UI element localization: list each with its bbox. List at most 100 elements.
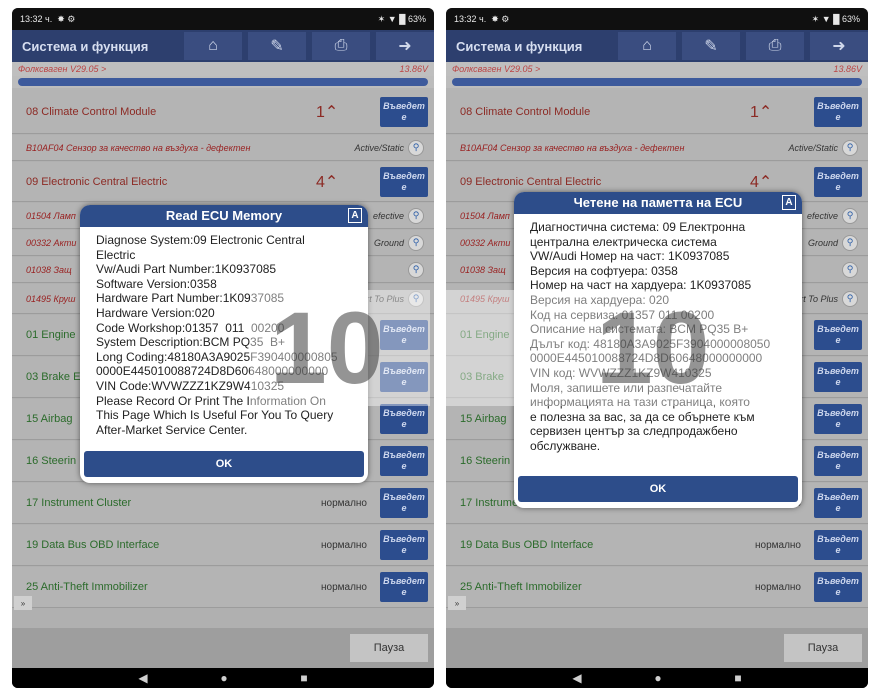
side-handle-icon[interactable]: » xyxy=(14,596,32,610)
fault-status: Active/Static xyxy=(788,142,838,153)
text-size-icon[interactable]: A xyxy=(348,208,362,223)
exit-icon[interactable]: ➜ xyxy=(810,32,868,60)
module-status: нормално xyxy=(754,539,801,551)
list-item[interactable]: 08 Climate Control Module 1⌃ Въведет е xyxy=(446,90,868,134)
enter-button[interactable]: Въведет е xyxy=(380,404,428,434)
list-item[interactable]: B10AF04 Сензор за качество на въздуха - … xyxy=(446,135,868,161)
dialog-body: Диагностична система: 09 Електронна цент… xyxy=(514,214,802,454)
list-item[interactable]: 25 Anti-Theft Immobilizer нормално Въвед… xyxy=(446,567,868,608)
dialog-line: Код на сервиза: 01357 011 00200 xyxy=(530,307,715,322)
enter-button[interactable]: Въведет е xyxy=(380,166,428,197)
app-bar: Система и функция ⌂ ✎ ⎙ ➜ xyxy=(12,30,434,62)
dialog-line: Hardware Part Number:1K0937085 xyxy=(96,291,285,306)
search-icon[interactable]: ⚲ xyxy=(842,139,858,156)
fault-status: Active/Static xyxy=(354,142,404,153)
list-item[interactable]: 19 Data Bus OBD Interface нормално Въвед… xyxy=(12,525,434,566)
enter-button[interactable]: Въведет е xyxy=(380,96,428,127)
recents-icon[interactable]: ■ xyxy=(300,671,307,685)
enter-button[interactable]: Въведет е xyxy=(814,572,862,602)
status-bar: 13:32 ч. ✸ ⚙ ✶ ▼ █ 63% xyxy=(12,8,434,30)
fault-description: B10AF04 Сензор за качество на въздуха - … xyxy=(460,142,685,153)
fault-count-value: 4 xyxy=(316,173,325,191)
side-handle-icon[interactable]: » xyxy=(448,596,466,610)
home-icon[interactable]: ⌂ xyxy=(184,32,242,60)
search-icon[interactable]: ⚲ xyxy=(408,207,424,224)
enter-button[interactable]: Въведет е xyxy=(380,362,428,392)
enter-button[interactable]: Въведет е xyxy=(380,488,428,518)
dialog-line: After-Market Service Center. xyxy=(96,422,248,437)
enter-button[interactable]: Въведет е xyxy=(380,446,428,476)
bottom-bar: Пауза xyxy=(446,628,868,668)
enter-button[interactable]: Въведет е xyxy=(814,488,862,518)
ecu-memory-dialog: Read ECU Memory A Diagnose System:09 Ele… xyxy=(80,205,368,483)
list-item[interactable]: B10AF04 Сензор за качество на въздуха - … xyxy=(12,135,434,161)
software-version: Фолксваген V29.05 > xyxy=(18,64,107,74)
exit-icon[interactable]: ➜ xyxy=(376,32,434,60)
search-icon[interactable]: ⚲ xyxy=(408,290,424,307)
enter-button[interactable]: Въведет е xyxy=(380,530,428,560)
search-icon[interactable]: ⚲ xyxy=(842,261,858,278)
dialog-header: Четене на паметта на ECU A xyxy=(514,192,802,214)
vehicle-info-bar: Фолксваген V29.05 > 13.86V xyxy=(12,62,434,76)
pause-button[interactable]: Пауза xyxy=(784,634,862,662)
fault-count-value: 1 xyxy=(750,103,759,121)
fault-count-value: 1 xyxy=(316,103,325,121)
enter-button[interactable]: Въведет е xyxy=(380,320,428,350)
search-icon[interactable]: ⚲ xyxy=(842,234,858,251)
search-icon[interactable]: ⚲ xyxy=(842,207,858,224)
software-version: Фолксваген V29.05 > xyxy=(452,64,541,74)
enter-button[interactable]: Въведет е xyxy=(814,446,862,476)
enter-button[interactable]: Въведет е xyxy=(814,320,862,350)
battery-voltage: 13.86V xyxy=(833,64,862,74)
list-item[interactable]: 17 Instrument Cluster нормално Въведет е xyxy=(12,483,434,524)
print-icon[interactable]: ⎙ xyxy=(312,32,370,60)
recents-icon[interactable]: ■ xyxy=(734,671,741,685)
edit-icon[interactable]: ✎ xyxy=(248,32,306,60)
enter-button[interactable]: Въведет е xyxy=(380,572,428,602)
print-icon[interactable]: ⎙ xyxy=(746,32,804,60)
fault-count: 1⌃ xyxy=(750,103,773,121)
ecu-memory-dialog: Четене на паметта на ECU A Диагностична … xyxy=(514,192,802,508)
search-icon[interactable]: ⚲ xyxy=(408,139,424,156)
android-nav-bar: ◀ ● ■ xyxy=(446,668,868,688)
phone-left: 13:32 ч. ✸ ⚙ ✶ ▼ █ 63% Система и функция … xyxy=(12,8,434,688)
edit-icon[interactable]: ✎ xyxy=(682,32,740,60)
dialog-line: е полезна за вас, за да се обърнете към xyxy=(530,409,755,424)
pause-button[interactable]: Пауза xyxy=(350,634,428,662)
search-icon[interactable]: ⚲ xyxy=(842,290,858,307)
dialog-line: Hardware Version:020 xyxy=(96,305,215,320)
list-item[interactable]: 19 Data Bus OBD Interface нормално Въвед… xyxy=(446,525,868,566)
dialog-line: Code Workshop:01357 011 00200 xyxy=(96,320,285,335)
home-icon[interactable]: ⌂ xyxy=(618,32,676,60)
enter-button[interactable]: Въведет е xyxy=(814,362,862,392)
module-name: 25 Anti-Theft Immobilizer xyxy=(26,581,148,593)
dialog-line: VW/Audi Номер на част: 1K0937085 xyxy=(530,249,730,264)
module-name: 19 Data Bus OBD Interface xyxy=(26,539,160,551)
list-item[interactable]: 09 Electronic Central Electric 4⌃ Въведе… xyxy=(12,162,434,202)
enter-button[interactable]: Въведет е xyxy=(814,530,862,560)
home-nav-icon[interactable]: ● xyxy=(654,671,661,685)
search-icon[interactable]: ⚲ xyxy=(408,261,424,278)
enter-button[interactable]: Въведет е xyxy=(814,96,862,127)
dialog-line: обслужване. xyxy=(530,438,601,453)
home-nav-icon[interactable]: ● xyxy=(220,671,227,685)
ok-button[interactable]: OK xyxy=(84,451,364,477)
text-size-icon[interactable]: A xyxy=(782,195,796,210)
enter-button[interactable]: Въведет е xyxy=(814,404,862,434)
dialog-title: Четене на паметта на ECU xyxy=(573,195,743,210)
dialog-line: Версия на софтуера: 0358 xyxy=(530,263,678,278)
module-status: нормално xyxy=(754,581,801,593)
back-icon[interactable]: ◀ xyxy=(572,671,581,685)
module-status: нормално xyxy=(320,497,367,509)
battery-voltage: 13.86V xyxy=(399,64,428,74)
enter-button[interactable]: Въведет е xyxy=(814,166,862,197)
list-item[interactable]: 08 Climate Control Module 1⌃ Въведет е xyxy=(12,90,434,134)
module-name: 17 Instrument Cluster xyxy=(26,497,132,509)
search-icon[interactable]: ⚲ xyxy=(408,234,424,251)
back-icon[interactable]: ◀ xyxy=(138,671,147,685)
list-item[interactable]: 25 Anti-Theft Immobilizer нормално Въвед… xyxy=(12,567,434,608)
app-title: Система и функция xyxy=(456,38,583,54)
screen-left: 13:32 ч. ✸ ⚙ ✶ ▼ █ 63% Система и функция … xyxy=(12,8,434,668)
ok-button[interactable]: OK xyxy=(518,476,798,502)
status-notification-icons: ✸ ⚙ xyxy=(57,13,76,24)
